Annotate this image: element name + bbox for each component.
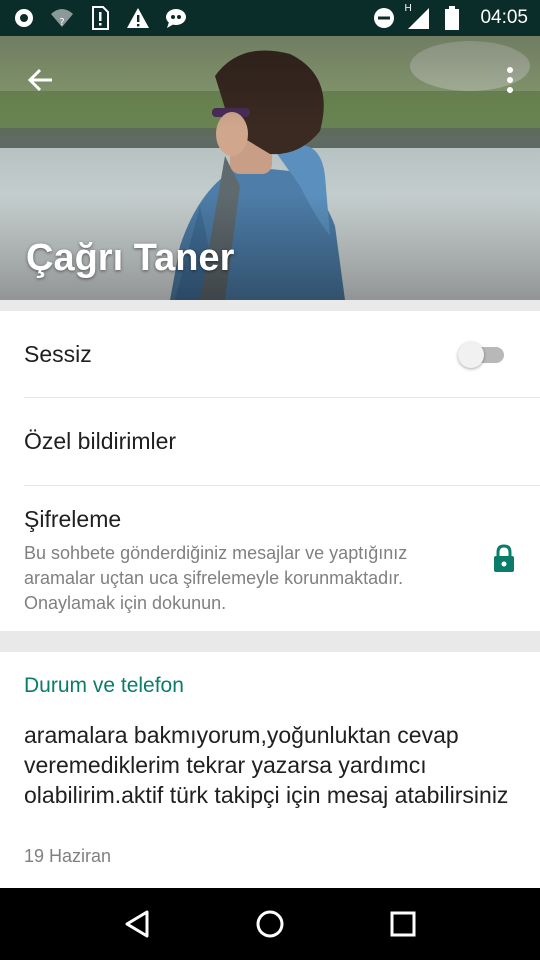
settings-card: Sessiz Özel bildirimler Şifreleme Bu soh… bbox=[0, 311, 540, 631]
more-options-button[interactable] bbox=[498, 62, 522, 98]
do-not-disturb-icon bbox=[372, 6, 396, 30]
nav-recents-button[interactable] bbox=[379, 900, 427, 948]
mute-toggle[interactable] bbox=[458, 342, 506, 368]
custom-notifications-row[interactable]: Özel bildirimler bbox=[24, 398, 540, 486]
sim-alert-icon bbox=[88, 6, 112, 30]
mute-label: Sessiz bbox=[24, 340, 92, 367]
encryption-title: Şifreleme bbox=[24, 506, 122, 532]
back-button[interactable] bbox=[22, 62, 58, 98]
svg-text:?: ? bbox=[59, 17, 64, 28]
profile-header: Çağrı Taner bbox=[0, 36, 540, 300]
more-vert-icon bbox=[507, 67, 513, 93]
arrow-back-icon bbox=[27, 68, 52, 92]
toggle-thumb bbox=[458, 342, 484, 368]
section-title: Durum ve telefon bbox=[24, 674, 184, 697]
back-triangle-icon bbox=[125, 910, 149, 938]
status-text[interactable]: aramalara bakmıyorum,yoğunluktan cevap v… bbox=[24, 720, 524, 810]
sync-icon bbox=[12, 6, 36, 30]
status-date: 19 Haziran bbox=[24, 846, 112, 866]
mute-row[interactable]: Sessiz bbox=[24, 311, 540, 398]
warning-icon bbox=[126, 6, 150, 30]
clock: 04:05 bbox=[480, 7, 528, 28]
nav-back-button[interactable] bbox=[113, 900, 161, 948]
battery-icon bbox=[440, 6, 464, 30]
recents-square-icon bbox=[390, 911, 416, 937]
network-type-label: H bbox=[404, 3, 412, 14]
system-nav-bar bbox=[0, 888, 540, 960]
wifi-question-icon: ? bbox=[50, 6, 74, 30]
chat-bubble-icon bbox=[164, 6, 188, 30]
home-circle-icon bbox=[256, 910, 284, 938]
lock-icon bbox=[494, 544, 514, 572]
custom-notifications-label: Özel bildirimler bbox=[24, 428, 177, 454]
nav-home-button[interactable] bbox=[246, 900, 294, 948]
encryption-description: Bu sohbete gönderdiğiniz mesajlar ve yap… bbox=[24, 543, 408, 613]
signal-icon: H bbox=[404, 3, 430, 30]
status-bar: ? H 04:05 bbox=[0, 0, 540, 36]
contact-name: Çağrı Taner bbox=[26, 237, 235, 279]
encryption-row[interactable]: Şifreleme Bu sohbete gönderdiğiniz mesaj… bbox=[0, 486, 540, 630]
about-card: Durum ve telefon aramalara bakmıyorum,yo… bbox=[0, 652, 540, 888]
